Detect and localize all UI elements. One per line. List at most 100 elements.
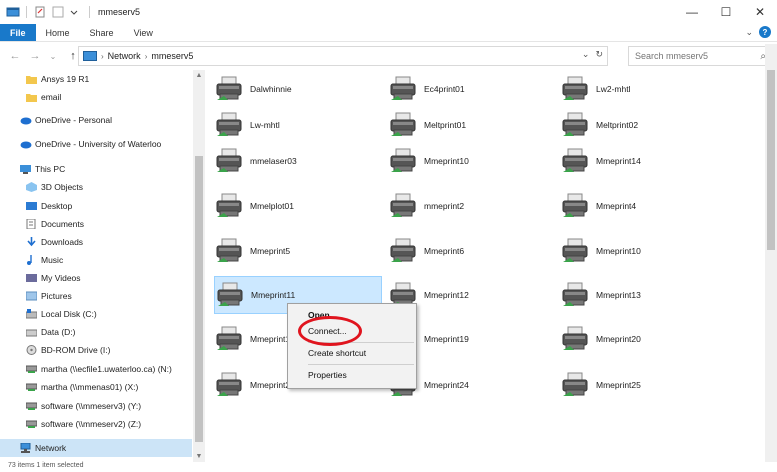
quick-access-toolbar — [0, 6, 92, 18]
printer-item[interactable]: Mmeprint6 — [388, 232, 556, 270]
nav-item-bd-rom[interactable]: BD-ROM Drive (I:) — [0, 341, 192, 359]
breadcrumb-separator-icon[interactable]: › — [145, 52, 148, 61]
help-icon[interactable]: ? — [759, 26, 771, 38]
printer-item[interactable]: Mmelplot01 — [214, 187, 382, 225]
breadcrumb-separator-icon[interactable]: › — [101, 52, 104, 61]
nav-item-label: OneDrive - University of Waterloo — [35, 139, 162, 149]
window-title: mmeserv5 — [98, 7, 141, 17]
nav-item-network-drive-x[interactable]: martha (\\mmenas01) (X:) — [0, 378, 192, 396]
printer-item[interactable]: Mmeprint25 — [560, 366, 728, 404]
printer-name: Mmeprint19 — [424, 334, 469, 344]
network-drive-icon — [25, 401, 38, 411]
printer-item[interactable]: Ec4print01 — [388, 70, 556, 108]
expand-ribbon-icon[interactable]: ⌄ — [745, 27, 753, 38]
refresh-icon[interactable]: ↻ — [595, 49, 603, 60]
nav-item-downloads[interactable]: Downloads — [0, 233, 192, 251]
nav-item-network-drive-n[interactable]: martha (\\ecfile1.uwaterloo.ca) (N:) — [0, 360, 192, 378]
nav-item-music[interactable]: Music — [0, 251, 192, 269]
printer-icon — [214, 74, 244, 104]
scrollbar-thumb[interactable] — [195, 156, 203, 442]
nav-item-local-disk[interactable]: Local Disk (C:) — [0, 305, 192, 323]
scroll-up-arrow-icon[interactable]: ▲ — [193, 72, 205, 79]
annotation-highlight-circle — [298, 316, 362, 346]
printer-item[interactable]: Mmeprint4 — [560, 187, 728, 225]
close-button[interactable]: ✕ — [743, 0, 777, 24]
network-drive-icon — [25, 419, 38, 429]
scrollbar-thumb[interactable] — [767, 70, 775, 250]
menu-item-create-shortcut[interactable]: Create shortcut — [308, 348, 366, 358]
printer-icon — [560, 324, 590, 354]
nav-item-pictures[interactable]: Pictures — [0, 287, 192, 305]
printer-name: Mmelplot01 — [250, 201, 294, 211]
nav-item-network-drive-z[interactable]: software (\\mmeserv2) (Z:) — [0, 415, 192, 433]
printer-item[interactable]: Mmeprint5 — [214, 232, 382, 270]
printer-icon — [388, 236, 418, 266]
printer-name: Lw-mhtl — [250, 120, 280, 130]
printer-item[interactable]: Lw-mhtl — [214, 106, 382, 144]
customize-toolbar-icon[interactable] — [69, 6, 83, 18]
address-bar[interactable]: › Network › mmeserv5 ⌄ ↻ — [78, 46, 608, 66]
nav-item-onedrive-personal[interactable]: OneDrive - Personal — [0, 111, 192, 129]
toolbar-divider — [89, 6, 90, 18]
printer-icon — [388, 146, 418, 176]
printer-icon — [560, 280, 590, 310]
navigation-pane-scrollbar[interactable]: ▲ ▼ — [193, 70, 205, 462]
maximize-button[interactable]: ☐ — [709, 0, 743, 24]
minimize-button[interactable]: — — [675, 0, 709, 24]
printer-item[interactable]: Mmeprint13 — [560, 276, 728, 314]
printer-icon — [560, 236, 590, 266]
printer-item[interactable]: Dalwhinnie — [214, 70, 382, 108]
breadcrumb-server[interactable]: mmeserv5 — [151, 51, 193, 61]
nav-item-label: Documents — [41, 219, 84, 229]
printer-item[interactable]: Lw2-mhtl — [560, 70, 728, 108]
printer-icon — [388, 110, 418, 140]
nav-item-onedrive-uwaterloo[interactable]: OneDrive - University of Waterloo — [0, 135, 192, 153]
tab-share[interactable]: Share — [80, 24, 124, 41]
tab-file[interactable]: File — [0, 24, 36, 41]
printer-item[interactable]: Meltprint01 — [388, 106, 556, 144]
nav-item-label: OneDrive - Personal — [35, 115, 113, 125]
printer-item[interactable]: mmeprint2 — [388, 187, 556, 225]
address-dropdown-icon[interactable]: ⌄ — [582, 49, 590, 60]
scroll-down-arrow-icon[interactable]: ▼ — [193, 453, 205, 460]
nav-item-this-pc[interactable]: This PC — [0, 160, 192, 178]
forward-arrow-icon[interactable]: → — [28, 50, 42, 62]
nav-item-label: Data (D:) — [41, 327, 76, 337]
nav-item-label: martha (\\ecfile1.uwaterloo.ca) (N:) — [41, 364, 172, 374]
tab-view[interactable]: View — [124, 24, 163, 41]
printer-name: mmelaser03 — [250, 156, 297, 166]
pc-icon — [20, 164, 31, 174]
new-folder-icon[interactable] — [51, 6, 65, 18]
nav-item-data-drive[interactable]: Data (D:) — [0, 323, 192, 341]
menu-item-properties[interactable]: Properties — [308, 370, 347, 380]
breadcrumb-network[interactable]: Network — [108, 51, 141, 61]
recent-locations-icon[interactable]: ⌄ — [46, 52, 60, 61]
printer-item[interactable]: Meltprint02 — [560, 106, 728, 144]
printer-item[interactable]: mmelaser03 — [214, 142, 382, 180]
nav-item-my-videos[interactable]: My Videos — [0, 269, 192, 287]
printer-icon — [560, 370, 590, 400]
nav-item-network[interactable]: Network — [0, 439, 192, 457]
search-box[interactable]: ⌕ — [628, 46, 773, 66]
nav-item-ansys[interactable]: Ansys 19 R1 — [0, 70, 192, 88]
printer-name: mmeprint2 — [424, 201, 465, 211]
printer-item[interactable]: Mmeprint10 — [388, 142, 556, 180]
nav-item-email[interactable]: email — [0, 88, 192, 106]
content-scrollbar[interactable] — [765, 44, 777, 462]
printer-name: Lw2-mhtl — [596, 84, 631, 94]
printer-item[interactable]: Mmeprint10 — [560, 232, 728, 270]
nav-item-3d-objects[interactable]: 3D Objects — [0, 178, 192, 196]
printer-name: Mmeprint13 — [596, 290, 641, 300]
nav-item-desktop[interactable]: Desktop — [0, 197, 192, 215]
nav-item-documents[interactable]: Documents — [0, 215, 192, 233]
nav-item-network-drive-y[interactable]: software (\\mmeserv3) (Y:) — [0, 397, 192, 415]
onedrive-icon — [20, 139, 32, 149]
search-input[interactable] — [635, 51, 745, 61]
tab-home[interactable]: Home — [36, 24, 80, 41]
properties-icon[interactable] — [33, 6, 47, 18]
printer-name: Mmeprint10 — [596, 246, 641, 256]
back-arrow-icon[interactable]: ← — [8, 50, 22, 62]
printer-item[interactable]: Mmeprint20 — [560, 320, 728, 358]
address-controls: ⌄ ↻ — [582, 49, 603, 60]
printer-item[interactable]: Mmeprint14 — [560, 142, 728, 180]
